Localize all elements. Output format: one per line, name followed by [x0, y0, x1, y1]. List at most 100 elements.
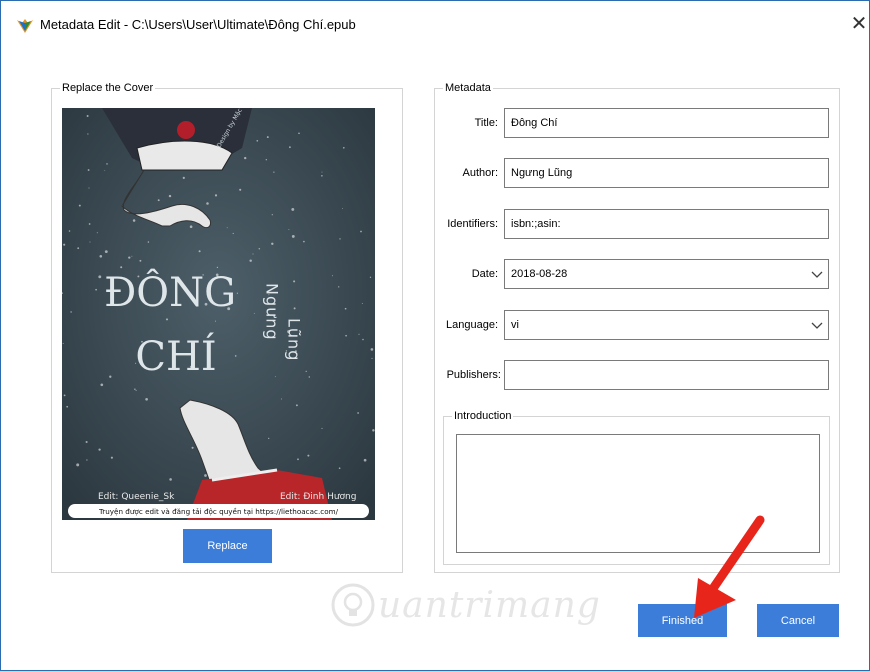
close-button[interactable]: ✕: [848, 10, 870, 36]
title-field-value[interactable]: Đông Chí: [511, 117, 557, 129]
snow-speck: [297, 458, 299, 461]
author-field-value[interactable]: Ngưng Lũng: [511, 167, 572, 179]
snow-speck: [288, 229, 290, 231]
date-label: Date:: [471, 268, 498, 280]
publishers-label: Publishers:: [446, 369, 501, 381]
snow-speck: [76, 463, 80, 467]
title-field[interactable]: Đông Chí: [504, 108, 829, 138]
title-label: Title:: [474, 117, 498, 129]
title-bar: Metadata Edit - C:\Users\User\Ultimate\Đ…: [0, 0, 870, 42]
snow-speck: [339, 238, 341, 240]
snow-speck: [293, 307, 296, 310]
snow-speck: [234, 355, 237, 357]
snow-speck: [360, 230, 362, 233]
snow-speck: [204, 474, 207, 477]
snow-speck: [62, 342, 64, 344]
metadata-group-legend: Metadata: [445, 82, 491, 94]
replace-cover-button-label[interactable]: Replace: [207, 540, 247, 552]
snow-speck: [106, 163, 108, 165]
snow-speck: [100, 383, 104, 387]
cover-credit-left: Edit: Queenie_Sk: [98, 492, 175, 502]
snow-speck: [182, 176, 185, 180]
window-title: Metadata Edit - C:\Users\User\Ultimate\Đ…: [40, 17, 356, 32]
snow-speck: [239, 188, 242, 191]
snow-speck: [78, 204, 81, 207]
snow-speck: [345, 334, 347, 337]
snow-speck: [321, 171, 323, 173]
publishers-field[interactable]: [504, 360, 829, 390]
identifiers-field-value[interactable]: isbn:;asin:: [511, 218, 561, 230]
snow-speck: [135, 389, 137, 391]
snow-speck: [338, 286, 340, 288]
snow-speck: [331, 275, 333, 277]
snow-speck: [253, 312, 255, 314]
snow-speck: [271, 214, 273, 216]
red-arrow-annotation: [694, 515, 765, 618]
cover-banner-text: Truyện được edit và đăng tải độc quyền t…: [98, 507, 339, 516]
snow-speck: [120, 266, 123, 269]
snow-speck: [308, 376, 310, 378]
chevron-down-icon[interactable]: [810, 316, 824, 334]
snow-speck: [87, 169, 90, 171]
snow-speck: [274, 376, 276, 378]
snow-speck: [357, 412, 359, 414]
chevron-down-icon[interactable]: [810, 265, 824, 283]
book-cover-image: ĐÔNG CHÍ Ngưng Lũng Design by Mặc Tĩnh E…: [62, 108, 375, 520]
date-select[interactable]: 2018-08-28: [504, 259, 829, 289]
snow-speck: [145, 397, 148, 401]
snow-speck: [70, 311, 72, 313]
cover-credit-right: Edit: Đinh Hương: [280, 492, 356, 502]
language-select-value[interactable]: vi: [511, 319, 519, 331]
snow-speck: [189, 225, 193, 228]
snow-speck: [191, 446, 194, 449]
snow-speck: [214, 194, 218, 197]
snow-speck: [147, 241, 150, 243]
identifiers-field[interactable]: isbn:;asin:: [504, 209, 829, 239]
snow-speck: [139, 259, 142, 262]
snow-speck: [303, 240, 305, 243]
snow-speck: [256, 139, 259, 142]
cover-title-line1: ĐÔNG: [104, 269, 236, 316]
snow-speck: [206, 202, 209, 205]
snow-speck: [165, 318, 169, 321]
snow-speck: [131, 255, 133, 257]
language-select[interactable]: vi: [504, 310, 829, 340]
snow-speck: [86, 459, 88, 461]
date-select-value[interactable]: 2018-08-28: [511, 268, 567, 280]
snow-speck: [66, 405, 69, 408]
snow-speck: [370, 348, 374, 351]
snow-speck: [289, 146, 291, 149]
snow-speck: [95, 288, 97, 291]
snow-speck: [244, 156, 247, 160]
snow-speck: [362, 338, 364, 341]
snow-speck: [280, 398, 282, 400]
snow-speck: [271, 242, 274, 246]
replace-cover-button[interactable]: Replace: [183, 529, 272, 563]
snow-speck: [298, 132, 300, 135]
snow-speck: [63, 394, 66, 397]
snow-speck: [128, 256, 131, 259]
snow-speck: [268, 437, 270, 440]
snow-speck: [216, 266, 219, 269]
snow-speck: [305, 370, 307, 373]
cancel-button-label[interactable]: Cancel: [781, 615, 815, 627]
author-field[interactable]: Ngưng Lũng: [504, 158, 829, 188]
snow-speck: [96, 232, 98, 234]
snow-speck: [249, 259, 252, 262]
snow-speck: [293, 280, 296, 283]
snow-speck: [266, 136, 269, 139]
snow-speck: [98, 275, 102, 279]
snow-speck: [214, 320, 217, 322]
snow-speck: [99, 254, 103, 258]
snow-speck: [342, 208, 343, 209]
snow-speck: [63, 243, 66, 246]
snow-speck: [104, 170, 106, 171]
snow-speck: [77, 247, 80, 250]
snow-speck: [86, 115, 89, 117]
snow-speck: [169, 478, 172, 481]
snow-speck: [372, 429, 375, 432]
snow-speck: [273, 171, 275, 173]
snow-speck: [295, 404, 298, 407]
snow-speck: [361, 303, 363, 304]
close-icon[interactable]: ✕: [851, 11, 868, 35]
